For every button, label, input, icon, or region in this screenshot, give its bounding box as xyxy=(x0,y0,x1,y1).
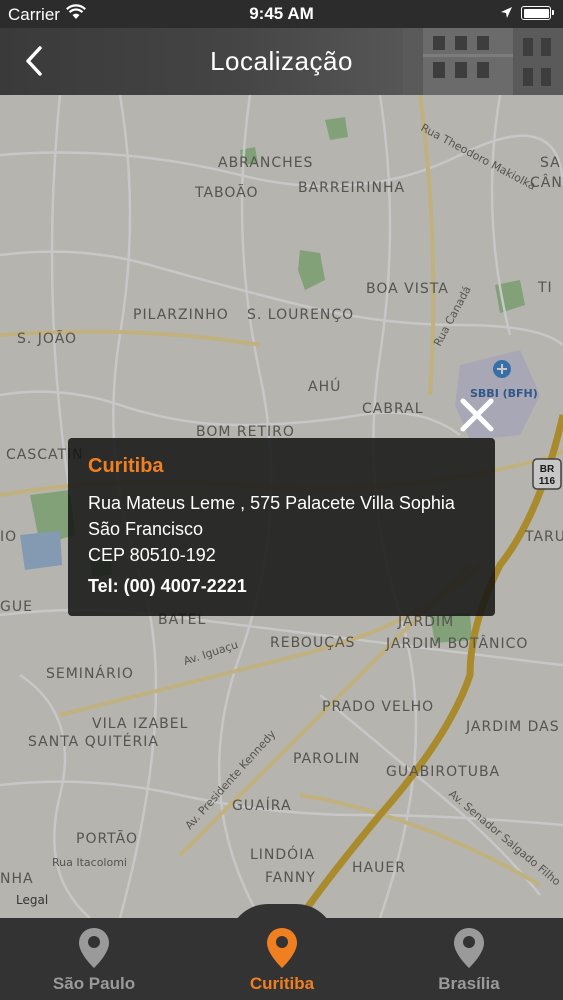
tab-label-sao-paulo: São Paulo xyxy=(52,974,136,993)
tab-brasilia[interactable]: Brasília xyxy=(375,918,563,1000)
popup-address-line2: São Francisco xyxy=(88,519,204,539)
location-info-popup: Curitiba Rua Mateus Leme , 575 Palacete … xyxy=(68,438,495,616)
clock: 9:45 AM xyxy=(249,4,314,23)
tab-sao-paulo[interactable]: São Paulo xyxy=(0,918,188,1000)
tab-curitiba[interactable]: Curitiba xyxy=(188,918,376,1000)
tab-label-brasilia: Brasília xyxy=(438,974,500,993)
page-title: Localização xyxy=(210,46,353,76)
popup-address-line1: Rua Mateus Leme , 575 Palacete Villa Sop… xyxy=(88,493,455,513)
popup-address-line3: CEP 80510-192 xyxy=(88,545,216,565)
close-icon xyxy=(460,398,494,432)
tab-label-curitiba: Curitiba xyxy=(249,974,315,993)
map-pin-icon xyxy=(454,928,484,968)
location-arrow-icon xyxy=(500,6,513,24)
tab-bar: São Paulo Curitiba Brasília xyxy=(0,904,563,1000)
map-pin-icon xyxy=(79,928,109,968)
close-popup-button[interactable] xyxy=(457,395,497,440)
map-pin-icon xyxy=(267,928,297,968)
status-bar: Carrier 9:45 AM xyxy=(0,0,563,28)
battery-icon xyxy=(521,6,554,20)
popup-phone[interactable]: Tel: (00) 4007-2221 xyxy=(88,576,475,597)
nav-bar: Localização xyxy=(0,28,563,95)
popup-city-title: Curitiba xyxy=(88,455,164,477)
